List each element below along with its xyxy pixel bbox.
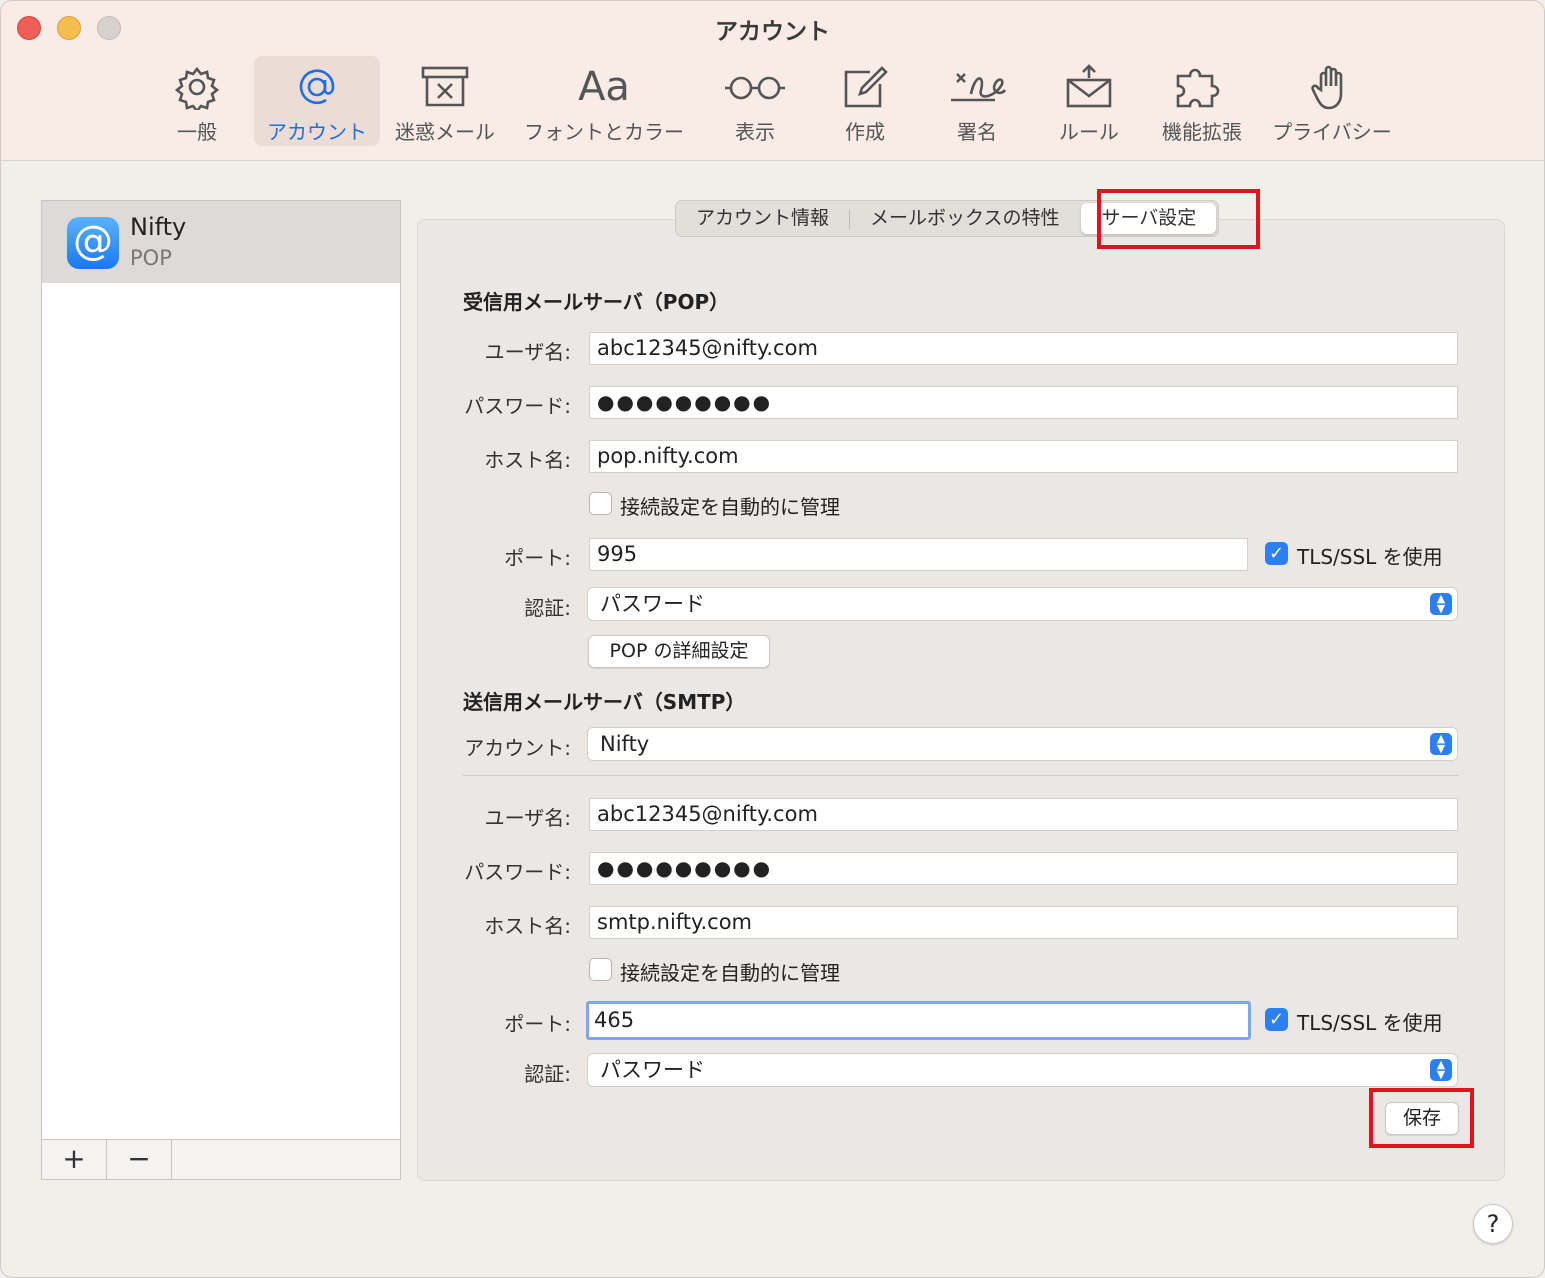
toolbar-item-accounts[interactable]: アカウント: [254, 56, 380, 146]
outgoing-host-label: ホスト名:: [484, 914, 571, 938]
sidebar-footer: + −: [42, 1139, 400, 1179]
toolbar-item-viewing[interactable]: 表示: [719, 56, 791, 146]
account-name: Nifty: [130, 213, 187, 241]
outgoing-account-value: Nifty: [600, 732, 650, 756]
incoming-auth-select[interactable]: パスワード ▲ ▼: [587, 587, 1458, 621]
toolbar-item-composing[interactable]: 作成: [829, 56, 901, 146]
chevron-up-down-icon: ▲ ▼: [1430, 593, 1452, 615]
outgoing-password-label: パスワード:: [464, 860, 571, 884]
mail-account-icon: @: [67, 217, 119, 269]
toolbar-item-extensions[interactable]: 機能拡張: [1157, 56, 1247, 146]
toolbar-item-junk[interactable]: 迷惑メール: [393, 56, 497, 146]
glasses-icon: [725, 76, 785, 100]
highlight-box-save: [1369, 1088, 1474, 1148]
remove-account-button[interactable]: −: [107, 1140, 172, 1179]
outgoing-auth-value: パスワード: [600, 1058, 705, 1082]
outgoing-username-field[interactable]: abc12345@nifty.com: [589, 798, 1458, 831]
incoming-password-field[interactable]: ●●●●●●●●●: [589, 386, 1458, 419]
incoming-auth-value: パスワード: [600, 592, 705, 616]
account-row-nifty[interactable]: @ Nifty POP: [42, 201, 400, 283]
privacy-icon: [1311, 65, 1343, 110]
outgoing-port-field[interactable]: 465: [586, 1001, 1251, 1040]
outgoing-tls-label: TLS/SSL を使用: [1297, 1011, 1443, 1035]
at-icon: [299, 69, 335, 105]
pop-advanced-settings-button[interactable]: POP の詳細設定: [588, 635, 770, 668]
mail-preferences-window: アカウント 一般 アカウント 迷惑メール Aa フォントとカラー 表示 作成 署…: [0, 0, 1545, 1278]
outgoing-port-label: ポート:: [504, 1012, 571, 1036]
incoming-tls-label: TLS/SSL を使用: [1297, 545, 1443, 569]
incoming-host-field[interactable]: pop.nifty.com: [589, 440, 1458, 473]
highlight-box-tab: [1097, 189, 1260, 249]
incoming-host-label: ホスト名:: [484, 448, 571, 472]
gear-icon: [174, 66, 220, 110]
outgoing-auth-label: 認証:: [524, 1062, 571, 1086]
rules-icon: [1066, 64, 1112, 108]
incoming-port-label: ポート:: [504, 546, 571, 570]
compose-icon: [844, 66, 888, 108]
outgoing-auto-manage-checkbox[interactable]: [589, 958, 612, 981]
toolbar-item-general[interactable]: 一般: [161, 56, 233, 146]
toolbar-item-rules[interactable]: ルール: [1053, 56, 1125, 146]
outgoing-server-heading: 送信用メールサーバ（SMTP）: [463, 690, 746, 714]
tab-mailbox-behaviors[interactable]: メールボックスの特性: [850, 201, 1079, 236]
add-account-button[interactable]: +: [42, 1140, 107, 1179]
toolbar-item-signatures[interactable]: 署名: [941, 56, 1013, 146]
toolbar: アカウント 一般 アカウント 迷惑メール Aa フォントとカラー 表示 作成 署…: [1, 1, 1544, 161]
incoming-auto-manage-checkbox[interactable]: [589, 492, 612, 515]
section-divider: [463, 775, 1459, 776]
outgoing-account-select[interactable]: Nifty ▲ ▼: [587, 727, 1458, 761]
incoming-auth-label: 認証:: [524, 596, 571, 620]
outgoing-password-field[interactable]: ●●●●●●●●●: [589, 852, 1458, 885]
outgoing-username-label: ユーザ名:: [484, 806, 571, 830]
extensions-icon: [1176, 68, 1220, 108]
junk-icon: [421, 66, 469, 107]
help-button[interactable]: ?: [1473, 1204, 1513, 1244]
toolbar-item-privacy[interactable]: プライバシー: [1269, 56, 1395, 146]
outgoing-auto-manage-label: 接続設定を自動的に管理: [620, 961, 840, 985]
account-type: POP: [130, 246, 172, 270]
font-icon: Aa: [578, 64, 630, 110]
incoming-tls-checkbox[interactable]: ✓: [1265, 542, 1288, 565]
incoming-username-field[interactable]: abc12345@nifty.com: [589, 332, 1458, 365]
incoming-auto-manage-label: 接続設定を自動的に管理: [620, 495, 840, 519]
incoming-password-label: パスワード:: [464, 394, 571, 418]
accounts-sidebar: @ Nifty POP + −: [41, 200, 401, 1180]
outgoing-host-field[interactable]: smtp.nifty.com: [589, 906, 1458, 939]
window-title: アカウント: [715, 19, 830, 45]
incoming-port-field[interactable]: 995: [589, 538, 1248, 571]
chevron-up-down-icon: ▲ ▼: [1430, 733, 1452, 755]
incoming-username-label: ユーザ名:: [484, 340, 571, 364]
toolbar-item-fonts-colors[interactable]: Aa フォントとカラー: [521, 56, 687, 146]
incoming-server-heading: 受信用メールサーバ（POP）: [463, 290, 730, 314]
outgoing-account-label: アカウント:: [464, 736, 571, 760]
signature-icon: [951, 73, 1007, 102]
outgoing-tls-checkbox[interactable]: ✓: [1265, 1008, 1288, 1031]
outgoing-auth-select[interactable]: パスワード ▲ ▼: [587, 1053, 1458, 1087]
tab-account-info[interactable]: アカウント情報: [676, 201, 849, 236]
chevron-up-down-icon: ▲ ▼: [1430, 1059, 1452, 1081]
